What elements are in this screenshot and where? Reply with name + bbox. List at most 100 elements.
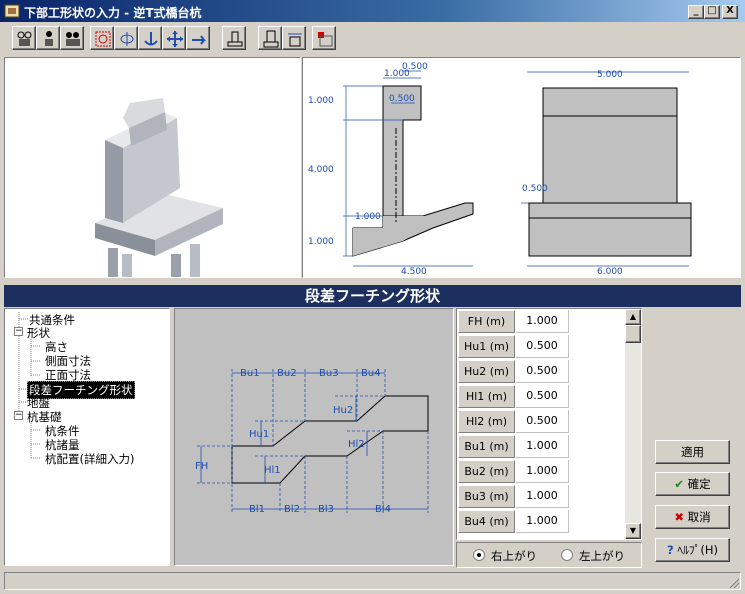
dimension-icon[interactable] xyxy=(282,26,306,50)
question-icon: ? xyxy=(667,543,674,557)
dim-w2: 0.500 xyxy=(402,62,428,72)
row-value[interactable]: 1.000 xyxy=(516,310,569,333)
label-hl2: Hl2 xyxy=(348,439,365,450)
collapse-shape-icon[interactable]: − xyxy=(14,327,23,336)
move-icon[interactable] xyxy=(162,26,186,50)
x-icon: ✖ xyxy=(674,510,684,524)
ok-label: 確定 xyxy=(687,477,711,491)
dim-front-bottom: 6.000 xyxy=(597,267,623,277)
label-bl2: Bl2 xyxy=(284,504,300,515)
apply-button[interactable]: 適用 xyxy=(655,440,730,464)
row-value[interactable]: 0.500 xyxy=(516,385,569,408)
row-value[interactable]: 0.500 xyxy=(516,410,569,433)
radio-up-right-label: 右上がり xyxy=(491,549,537,563)
3d-abutment-model xyxy=(95,98,223,277)
dim-h2: 4.000 xyxy=(308,165,334,175)
radio-up-left-label: 左上がり xyxy=(579,549,625,563)
drawing-canvas: 1.000 4.000 1.000 1.000 0.500 0.500 1.00… xyxy=(308,62,692,277)
label-bu3: Bu3 xyxy=(319,368,339,379)
label-bu4: Bu4 xyxy=(361,368,381,379)
dim-w3: 0.500 xyxy=(389,94,415,104)
row-label: Hl2 (m) xyxy=(458,410,515,433)
row-value[interactable]: 1.000 xyxy=(516,485,569,508)
dim-step: 1.000 xyxy=(355,212,381,222)
table-row: FH (m) 1.000 xyxy=(457,309,625,334)
table-row: Bu3 (m) 1.000 xyxy=(457,484,625,509)
grid-icon[interactable] xyxy=(312,26,336,50)
label-bl4: Bl4 xyxy=(375,504,391,515)
row-label: Bu4 (m) xyxy=(458,510,515,533)
dim-base: 1.000 xyxy=(308,237,334,247)
dim-h1: 1.000 xyxy=(308,96,334,106)
table-row: Hl1 (m) 0.500 xyxy=(457,384,625,409)
dim-bottom: 4.500 xyxy=(401,267,427,277)
section-icon[interactable] xyxy=(258,26,282,50)
status-bar xyxy=(4,572,741,590)
table-row: Hu1 (m) 0.500 xyxy=(457,334,625,359)
label-bl3: Bl3 xyxy=(318,504,334,515)
tree-item-pile-layout[interactable]: 杭配置(詳細入力) xyxy=(45,451,134,467)
resize-grip-icon[interactable] xyxy=(728,577,740,589)
radio-up-left[interactable] xyxy=(561,549,573,561)
scroll-up-icon[interactable]: ▲ xyxy=(625,309,641,325)
group-camera-icon[interactable] xyxy=(60,26,84,50)
dim-ledge: 0.500 xyxy=(522,184,548,194)
help-label: ﾍﾙﾌﾟ(H) xyxy=(677,543,718,557)
row-label: Bu2 (m) xyxy=(458,460,515,483)
table-row: Bu4 (m) 1.000 xyxy=(457,509,625,534)
row-label: Bu3 (m) xyxy=(458,485,515,508)
row-label: Hu2 (m) xyxy=(458,360,515,383)
label-fh: FH xyxy=(195,461,208,472)
rotate-icon[interactable] xyxy=(90,26,114,50)
row-value[interactable]: 1.000 xyxy=(516,460,569,483)
table-row: Bu1 (m) 1.000 xyxy=(457,434,625,459)
elevation-view: 1.000 4.000 1.000 1.000 0.500 0.500 1.00… xyxy=(302,57,741,278)
3d-view[interactable] xyxy=(4,57,301,278)
row-label: Bu1 (m) xyxy=(458,435,515,458)
window-title: 下部工形状の入力 - 逆T式橋台杭 xyxy=(24,6,202,20)
collapse-pile-icon[interactable]: − xyxy=(14,411,23,420)
row-value[interactable]: 1.000 xyxy=(516,435,569,458)
label-hl1: Hl1 xyxy=(264,465,281,476)
radio-up-right[interactable] xyxy=(473,549,485,561)
app-icon xyxy=(4,3,20,19)
person-camera-icon[interactable] xyxy=(36,26,60,50)
foundation-icon[interactable] xyxy=(222,26,246,50)
tree-lines xyxy=(18,312,41,459)
label-hu2: Hu2 xyxy=(333,405,353,416)
film-camera-icon[interactable] xyxy=(12,26,36,50)
anchor-icon[interactable] xyxy=(138,26,162,50)
scroll-down-icon[interactable]: ▼ xyxy=(625,523,641,539)
footing-diagram-canvas: Bu1 Bu2 Bu3 Bu4 Bl1 Bl2 Bl3 Bl4 Hu1 Hu2 … xyxy=(195,368,429,515)
table-row: Hl2 (m) 0.500 xyxy=(457,409,625,434)
row-label: Hu1 (m) xyxy=(458,335,515,358)
row-value[interactable]: 1.000 xyxy=(516,510,569,533)
table-row: Hu2 (m) 0.500 xyxy=(457,359,625,384)
dim-top: 5.000 xyxy=(597,70,623,80)
hand-icon[interactable] xyxy=(186,26,210,50)
row-value[interactable]: 0.500 xyxy=(516,335,569,358)
slope-direction-group: 右上がり 左上がり xyxy=(456,542,642,568)
minimize-button[interactable]: _ xyxy=(688,5,704,19)
cancel-button[interactable]: ✖ 取消 xyxy=(655,505,730,529)
nav-tree: − − 共通条件 形状 高さ 側面寸法 正面寸法 段差フーチング形状 地盤 杭基… xyxy=(4,308,170,566)
vertical-scrollbar[interactable]: ▲ ▼ xyxy=(625,309,641,539)
footing-diagram: Bu1 Bu2 Bu3 Bu4 Bl1 Bl2 Bl3 Bl4 Hu1 Hu2 … xyxy=(174,308,454,566)
label-bu2: Bu2 xyxy=(277,368,297,379)
rotate-vertical-icon[interactable] xyxy=(114,26,138,50)
ok-button[interactable]: ✔ 確定 xyxy=(655,472,730,496)
label-bl1: Bl1 xyxy=(249,504,265,515)
table-row: Bu2 (m) 1.000 xyxy=(457,459,625,484)
param-table: FH (m) 1.000 Hu1 (m) 0.500 Hu2 (m) 0.500 Hl… xyxy=(456,308,642,540)
row-label: FH (m) xyxy=(458,310,515,333)
close-button[interactable]: X xyxy=(722,5,738,19)
scroll-thumb[interactable] xyxy=(625,325,641,343)
toolbar xyxy=(4,25,744,53)
label-bu1: Bu1 xyxy=(240,368,260,379)
check-icon: ✔ xyxy=(674,477,684,491)
maximize-button[interactable]: □ xyxy=(704,5,720,19)
title-bar: 下部工形状の入力 - 逆T式橋台杭 _ □ X xyxy=(0,0,745,22)
row-label: Hl1 (m) xyxy=(458,385,515,408)
row-value[interactable]: 0.500 xyxy=(516,360,569,383)
help-button[interactable]: ? ﾍﾙﾌﾟ(H) xyxy=(655,538,730,562)
